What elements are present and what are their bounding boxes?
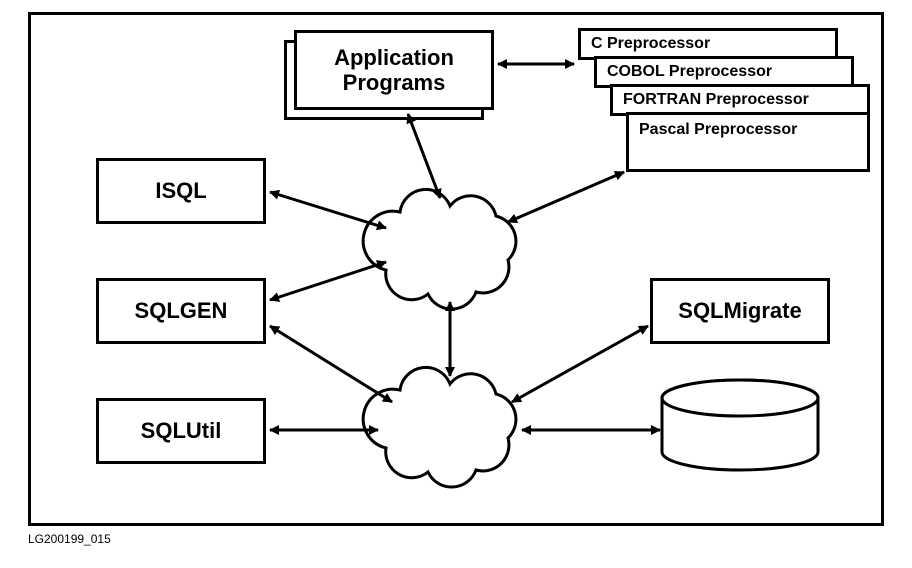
node-query-processor-label: Query Processor (370, 220, 530, 271)
node-storage-manager-label: Storage Manager (DBCore) (370, 392, 530, 468)
node-isql: ISQL (96, 158, 266, 224)
node-sqlmigrate: SQLMigrate (650, 278, 830, 344)
node-preproc-pascal: Pascal Preprocessor (626, 112, 870, 172)
diagram-caption: LG200199_015 (28, 532, 111, 546)
diagram-stage: Application Programs C Preprocessor COBO… (0, 0, 912, 568)
node-sqlgen: SQLGEN (96, 278, 266, 344)
node-sqlutil: SQLUtil (96, 398, 266, 464)
node-database-label: Database (660, 418, 820, 444)
node-app-programs: Application Programs (294, 30, 494, 110)
